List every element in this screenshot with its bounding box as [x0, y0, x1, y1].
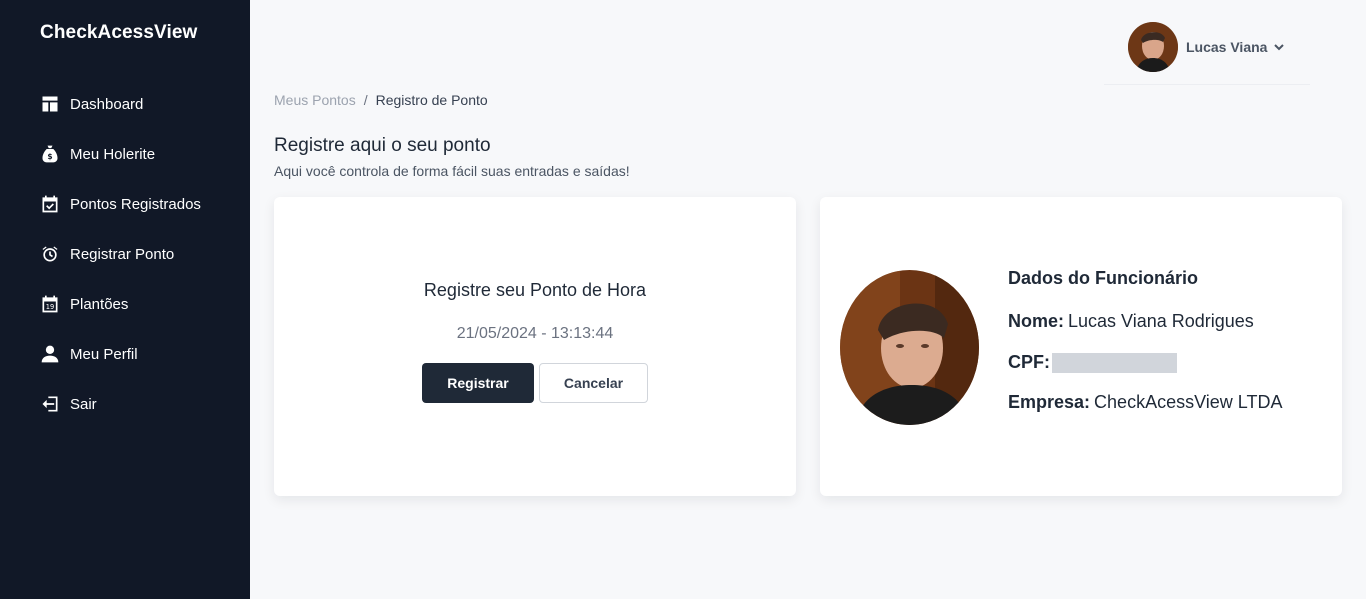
sidebar-item-plantoes[interactable]: 19 Plantões	[0, 279, 250, 329]
sidebar-item-label: Meu Holerite	[70, 145, 156, 163]
breadcrumb-current: Registro de Ponto	[375, 92, 488, 108]
svg-text:19: 19	[46, 303, 54, 311]
employee-card: Dados do Funcionário Nome: Lucas Viana R…	[820, 197, 1342, 496]
sidebar-nav: Dashboard $ Meu Holerite Pontos Registra…	[0, 79, 250, 429]
punch-datetime: 21/05/2024 - 13:13:44	[456, 325, 614, 342]
company-value: CheckAcessView LTDA	[1094, 392, 1283, 412]
calendar-check-icon	[39, 193, 61, 215]
avatar[interactable]	[1128, 22, 1178, 72]
brand-logo[interactable]: CheckAcessView	[40, 22, 197, 44]
register-button[interactable]: Registrar	[422, 363, 534, 403]
sidebar-item-label: Registrar Ponto	[70, 245, 175, 263]
sidebar: CheckAcessView Dashboard $ Meu Holerite …	[0, 0, 250, 599]
page-subtitle: Aqui você controla de forma fácil suas e…	[274, 163, 630, 179]
sidebar-item-label: Plantões	[70, 295, 129, 313]
employee-name-row: Nome: Lucas Viana Rodrigues	[1008, 311, 1254, 332]
sidebar-item-meu-perfil[interactable]: Meu Perfil	[0, 329, 250, 379]
name-label: Nome:	[1008, 311, 1065, 331]
employee-cpf-row: CPF:	[1008, 352, 1177, 373]
user-name: Lucas Viana	[1186, 39, 1268, 55]
sidebar-item-dashboard[interactable]: Dashboard	[0, 79, 250, 129]
user-icon	[39, 343, 61, 365]
breadcrumb: Meus Pontos / Registro de Ponto	[274, 92, 488, 108]
cpf-label: CPF:	[1008, 352, 1050, 372]
punch-card-title: Registre seu Ponto de Hora	[423, 280, 647, 300]
sidebar-item-label: Dashboard	[70, 95, 144, 113]
breadcrumb-separator: /	[363, 92, 368, 108]
svg-text:$: $	[47, 152, 52, 161]
sidebar-item-label: Pontos Registrados	[70, 195, 201, 213]
sidebar-item-label: Meu Perfil	[70, 345, 138, 363]
chevron-down-icon[interactable]	[1273, 41, 1285, 53]
punch-card: Registre seu Ponto de Hora 21/05/2024 - …	[274, 197, 796, 496]
calendar-day-icon: 19	[39, 293, 61, 315]
sidebar-item-label: Sair	[70, 395, 97, 413]
cpf-redacted	[1052, 352, 1177, 373]
breadcrumb-parent[interactable]: Meus Pontos	[274, 92, 356, 108]
employee-photo	[840, 270, 979, 425]
sidebar-item-pontos-registrados[interactable]: Pontos Registrados	[0, 179, 250, 229]
company-label: Empresa:	[1008, 392, 1091, 412]
employee-card-title: Dados do Funcionário	[1008, 268, 1199, 288]
employee-company-row: Empresa: CheckAcessView LTDA	[1008, 392, 1282, 413]
sidebar-item-meu-holerite[interactable]: $ Meu Holerite	[0, 129, 250, 179]
dashboard-icon	[39, 93, 61, 115]
sidebar-item-registrar-ponto[interactable]: Registrar Ponto	[0, 229, 250, 279]
money-bag-icon: $	[39, 143, 61, 165]
cancel-button[interactable]: Cancelar	[539, 363, 648, 403]
punch-actions: Registrar Cancelar	[422, 363, 648, 403]
name-value: Lucas Viana Rodrigues	[1068, 311, 1254, 331]
page-title: Registre aqui o seu ponto	[274, 135, 491, 156]
alarm-clock-icon	[39, 243, 61, 265]
sidebar-item-sair[interactable]: Sair	[0, 379, 250, 429]
logout-icon	[39, 393, 61, 415]
user-menu[interactable]: Lucas Viana	[1104, 10, 1310, 85]
